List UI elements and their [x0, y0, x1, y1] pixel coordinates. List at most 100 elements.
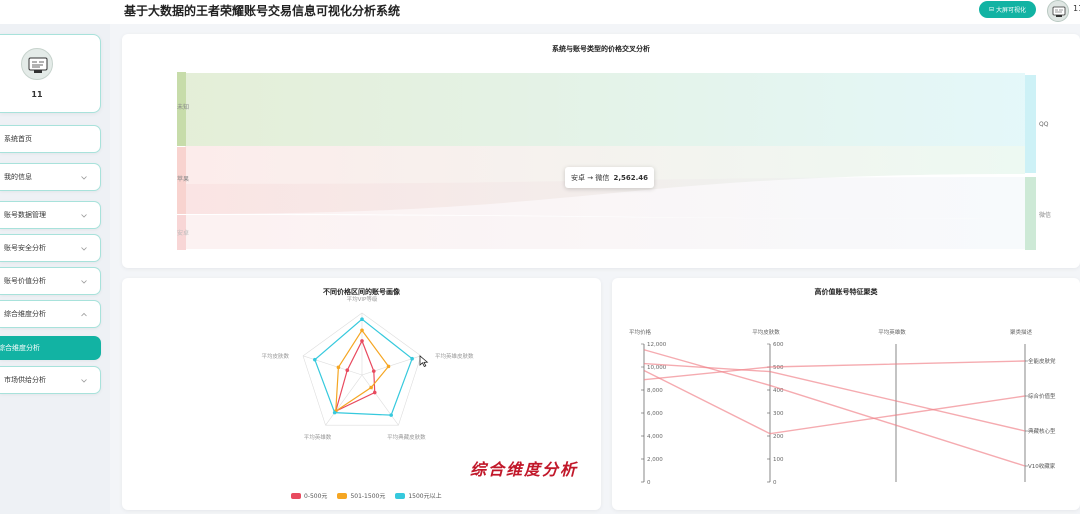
sankey-node-qq — [1025, 75, 1036, 173]
sidebar-item-security[interactable]: 账号安全分析 — [0, 234, 101, 262]
parallel-tick-label: 0 — [773, 480, 777, 486]
sidebar-item-label: 账号数据管理 — [4, 211, 46, 219]
sidebar-item-account-data[interactable]: 账号数据管理 — [0, 201, 101, 229]
parallel-axis-name: 平均皮肤数 — [752, 328, 780, 336]
sankey-label-qq: QQ — [1039, 121, 1049, 128]
sankey-link-android-wechat — [185, 215, 1025, 249]
radar-point — [360, 339, 364, 343]
radar-point — [386, 364, 391, 369]
parallel-tick-label: 600 — [773, 342, 784, 348]
radar-indicator-label: 平均皮肤数 — [262, 352, 290, 360]
sidebar-item-comprehensive[interactable]: 综合维度分析 — [0, 300, 101, 328]
sidebar-item-label: 市场供给分析 — [4, 376, 46, 384]
radar-point — [336, 365, 341, 370]
parallel-category-label: 典藏核心型 — [1028, 427, 1056, 435]
sidebar: 11 系统首页 我的信息 账号数据管理 账号安全分析 账号价值分析 综合维度分析… — [0, 24, 110, 514]
sankey-label-apple: 苹果 — [177, 176, 190, 183]
parallel-category-label: V10收藏家 — [1028, 462, 1056, 470]
parallel-tick-label: 12,000 — [647, 342, 667, 348]
sankey-node-wechat — [1025, 177, 1036, 250]
profile-name: 11 — [31, 90, 43, 99]
sidebar-subitem-comprehensive-active[interactable]: 综合维度分析 — [0, 336, 101, 360]
chevron-down-icon — [81, 247, 87, 251]
monitor-icon: ⊟ — [988, 6, 994, 13]
sidebar-item-value[interactable]: 账号价值分析 — [0, 267, 101, 295]
radar-indicator-label: 平均英雄数 — [304, 433, 332, 441]
avatar-icon — [28, 57, 48, 73]
sidebar-item-label: 我的信息 — [4, 173, 32, 181]
sidebar-item-label: 综合维度分析 — [0, 344, 40, 352]
parallel-tick-label: 4,000 — [647, 434, 663, 440]
watermark: 综合维度分析 — [470, 460, 579, 479]
sankey-label-wechat: 微信 — [1039, 212, 1052, 219]
parallel-axis-name: 平均英雄数 — [878, 328, 906, 336]
legend-label: 1500元以上 — [408, 493, 442, 500]
profile-card: 11 — [0, 34, 101, 113]
sankey-tooltip: 安卓 → 微信 2,562.46 — [565, 167, 654, 188]
radar-indicator-label: 平均VIP等级 — [347, 295, 378, 303]
parallel-line — [643, 369, 1026, 435]
radar-point — [371, 369, 376, 373]
chevron-down-icon — [81, 280, 87, 284]
sidebar-item-label: 综合维度分析 — [4, 310, 46, 318]
parallel-axis-name: 平均价格 — [629, 328, 652, 336]
avatar-icon — [1052, 6, 1066, 17]
radar-point — [389, 413, 393, 417]
parallel-tick-label: 500 — [773, 365, 784, 371]
legend-swatch — [291, 492, 301, 499]
parallel-category-label: 综合价值型 — [1028, 392, 1056, 400]
legend-label: 501-1500元 — [350, 493, 386, 500]
radar-point — [345, 368, 350, 373]
header-username[interactable]: 11 — [1073, 4, 1080, 13]
sidebar-item-label: 账号安全分析 — [4, 244, 46, 252]
chevron-down-icon — [81, 214, 87, 218]
parallel-line — [643, 360, 1026, 381]
sidebar-item-my-info[interactable]: 我的信息 — [0, 163, 101, 191]
radar-point — [360, 317, 364, 321]
parallel-category-label: 全能皮肤党 — [1028, 357, 1056, 365]
radar-legend: 0-500元 501-1500元 1500元以上 — [291, 491, 442, 500]
radar-point — [360, 328, 364, 333]
parallel-tick-label: 10,000 — [647, 365, 667, 371]
chevron-down-icon — [81, 379, 87, 383]
sidebar-item-label: 账号价值分析 — [4, 277, 46, 285]
parallel-tick-label: 300 — [773, 411, 784, 417]
parallel-tick-label: 0 — [647, 480, 651, 486]
parallel-panel: 高价值账号特征聚类 平均价格 12,000 10,000 8,000 6,000 4,00… — [612, 278, 1080, 510]
sidebar-item-home[interactable]: 系统首页 — [0, 125, 101, 153]
radar-indicator-label: 平均英雄皮肤数 — [435, 352, 474, 360]
radar-point — [332, 410, 337, 415]
parallel-chart: 平均价格 12,000 10,000 8,000 6,000 4,000 2,000 0 平均皮… — [629, 328, 1056, 486]
parallel-tick-label: 2,000 — [647, 457, 663, 463]
tooltip-value: 2,562.46 — [613, 173, 648, 182]
sankey-chart — [177, 72, 1036, 250]
tooltip-label: 安卓 → 微信 — [571, 173, 610, 182]
parallel-tick-label: 8,000 — [647, 388, 663, 394]
radar-indicator-label: 平均典藏皮肤数 — [387, 433, 426, 441]
mouse-cursor-icon — [419, 355, 429, 368]
top-header: 基于大数据的王者荣耀账号交易信息可视化分析系统 ⊟ 大屏可视化 11 — [0, 0, 1080, 24]
legend-swatch — [337, 492, 348, 499]
radar-point — [313, 357, 317, 362]
bigscreen-button[interactable]: ⊟ 大屏可视化 — [979, 1, 1036, 18]
profile-avatar — [21, 48, 53, 80]
parallel-tick-label: 200 — [773, 434, 784, 440]
radar-point — [410, 356, 414, 361]
sankey-label-android: 安卓 — [177, 230, 190, 237]
legend-swatch — [395, 492, 406, 499]
sankey-label-unknown: 未知 — [177, 104, 190, 111]
legend-label: 0-500元 — [304, 493, 328, 500]
chevron-down-icon — [81, 176, 87, 180]
chevron-up-icon — [81, 312, 87, 317]
sankey-link-unknown-qq — [185, 73, 1025, 146]
bigscreen-label: 大屏可视化 — [996, 7, 1027, 14]
avatar[interactable] — [1047, 0, 1069, 22]
sidebar-item-market-supply[interactable]: 市场供给分析 — [0, 366, 101, 394]
app-title: 基于大数据的王者荣耀账号交易信息可视化分析系统 — [124, 4, 401, 18]
parallel-axis-name: 聚类描述 — [1010, 328, 1033, 336]
parallel-tick-label: 6,000 — [647, 411, 663, 417]
radar-point — [372, 390, 377, 395]
sidebar-item-label: 系统首页 — [4, 135, 32, 143]
radar-point — [369, 385, 373, 390]
parallel-tick-label: 100 — [773, 457, 784, 463]
